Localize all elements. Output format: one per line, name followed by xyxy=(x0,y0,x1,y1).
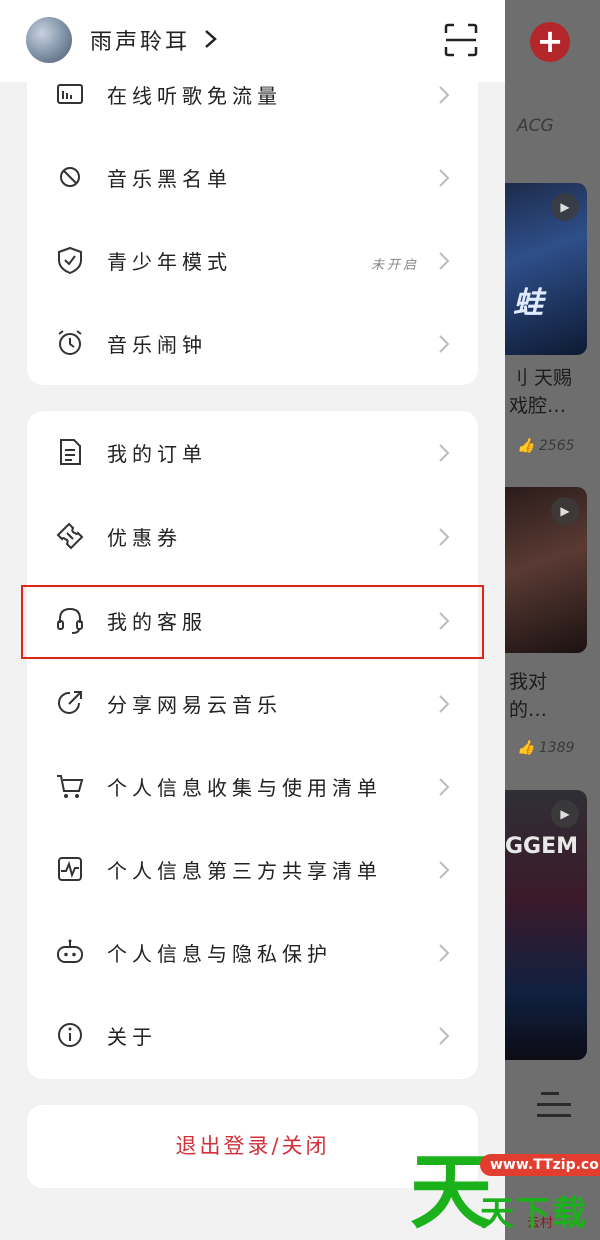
add-icon: + xyxy=(530,22,570,62)
menu-item-privacy[interactable]: 个人信息与隐私保护 xyxy=(27,911,478,994)
background-card-title: 刂 天赐 戏腔… xyxy=(509,367,573,417)
menu-item-orders[interactable]: 我的订单 xyxy=(27,411,478,494)
menu-item-share[interactable]: 分享网易云音乐 xyxy=(27,662,478,745)
settings-card-2: 我的订单 优惠券 我的客服 分享网易云音乐 个人信息收集与使用清单 个人信息第三… xyxy=(27,411,478,1079)
menu-item-coupons[interactable]: 优惠券 xyxy=(27,495,478,578)
chevron-right-icon[interactable] xyxy=(203,26,219,52)
menu-item-label: 个人信息第三方共享清单 xyxy=(107,859,382,883)
chevron-right-icon xyxy=(439,695,450,713)
settings-card-1: 在线听歌免流量 音乐黑名单 青少年模式 未开启 音乐闹钟 xyxy=(27,50,478,385)
share-icon xyxy=(58,691,82,714)
background-tab-acg: ACG xyxy=(517,116,554,136)
shield-check-icon xyxy=(58,246,82,275)
teen-mode-status: 未开启 xyxy=(371,258,420,273)
menu-item-info-collection[interactable]: 个人信息收集与使用清单 xyxy=(27,745,478,828)
chevron-right-icon xyxy=(439,528,450,546)
avatar[interactable] xyxy=(26,17,72,63)
menu-item-label: 我的订单 xyxy=(107,442,207,466)
watermark-logo: 天 www.TTzip.com 天下载 xyxy=(408,1148,600,1240)
card-overlay-text: GGEM xyxy=(505,834,579,859)
highlight-box xyxy=(21,585,484,659)
menu-item-label: 音乐闹钟 xyxy=(107,333,207,357)
side-drawer: 在线听歌免流量 音乐黑名单 青少年模式 未开启 音乐闹钟 雨声聆耳 我的订单 优… xyxy=(0,0,505,1240)
drawer-header: 雨声聆耳 xyxy=(0,0,505,82)
chevron-right-icon xyxy=(439,861,450,879)
menu-item-alarm[interactable]: 音乐闹钟 xyxy=(27,302,478,385)
play-icon: ▶ xyxy=(551,497,579,525)
background-video-card: ▶ xyxy=(505,487,587,653)
background-video-card: ▶ 蛙 xyxy=(505,183,587,355)
chevron-right-icon xyxy=(439,169,450,187)
background-video-card: ▶ GGEM xyxy=(505,790,587,1060)
menu-item-label: 个人信息收集与使用清单 xyxy=(107,776,382,800)
chevron-right-icon xyxy=(439,444,450,462)
menu-item-about[interactable]: 关于 xyxy=(27,994,478,1077)
background-card-likes: 👍 1389 xyxy=(517,740,575,756)
menu-item-blacklist[interactable]: 音乐黑名单 xyxy=(27,136,478,219)
menu-item-label: 个人信息与隐私保护 xyxy=(107,942,332,966)
menu-item-label: 在线听歌免流量 xyxy=(107,84,282,108)
menu-item-label: 分享网易云音乐 xyxy=(107,693,282,717)
ticket-icon xyxy=(56,522,84,550)
menu-item-label: 优惠券 xyxy=(107,526,182,550)
block-icon xyxy=(60,167,80,187)
chart-icon xyxy=(58,857,82,881)
card-overlay-text: 蛙 xyxy=(513,286,543,321)
chevron-right-icon xyxy=(439,1027,450,1045)
menu-item-label: 青少年模式 xyxy=(107,250,232,274)
chevron-right-icon xyxy=(439,944,450,962)
menu-item-third-party-sharing[interactable]: 个人信息第三方共享清单 xyxy=(27,828,478,911)
document-icon xyxy=(60,439,81,465)
menu-item-label: 音乐黑名单 xyxy=(107,167,232,191)
chevron-right-icon xyxy=(439,778,450,796)
robot-icon xyxy=(57,939,83,963)
menu-item-teen-mode[interactable]: 青少年模式 未开启 xyxy=(27,219,478,302)
chevron-right-icon xyxy=(439,252,450,270)
background-app: + ACG ▶ 蛙 刂 天赐 戏腔… 👍 2565 ▶ 我对 的… 👍 1389… xyxy=(505,0,600,1240)
playlist-icon xyxy=(537,1092,571,1128)
chevron-right-icon xyxy=(439,86,450,104)
background-card-title: 我对 的… xyxy=(509,671,548,721)
watermark-url: www.TTzip.com xyxy=(480,1154,600,1176)
info-icon xyxy=(58,1023,82,1047)
alarm-clock-icon xyxy=(58,330,82,355)
username[interactable]: 雨声聆耳 xyxy=(90,24,190,56)
sim-card-icon xyxy=(57,84,83,104)
watermark-text: 天下载 xyxy=(480,1194,588,1234)
background-card-likes: 👍 2565 xyxy=(517,438,575,454)
cart-icon xyxy=(57,775,84,798)
menu-item-label: 关于 xyxy=(107,1025,157,1049)
play-icon: ▶ xyxy=(551,193,579,221)
play-icon: ▶ xyxy=(551,800,579,828)
chevron-right-icon xyxy=(439,335,450,353)
scan-icon[interactable] xyxy=(443,22,479,58)
